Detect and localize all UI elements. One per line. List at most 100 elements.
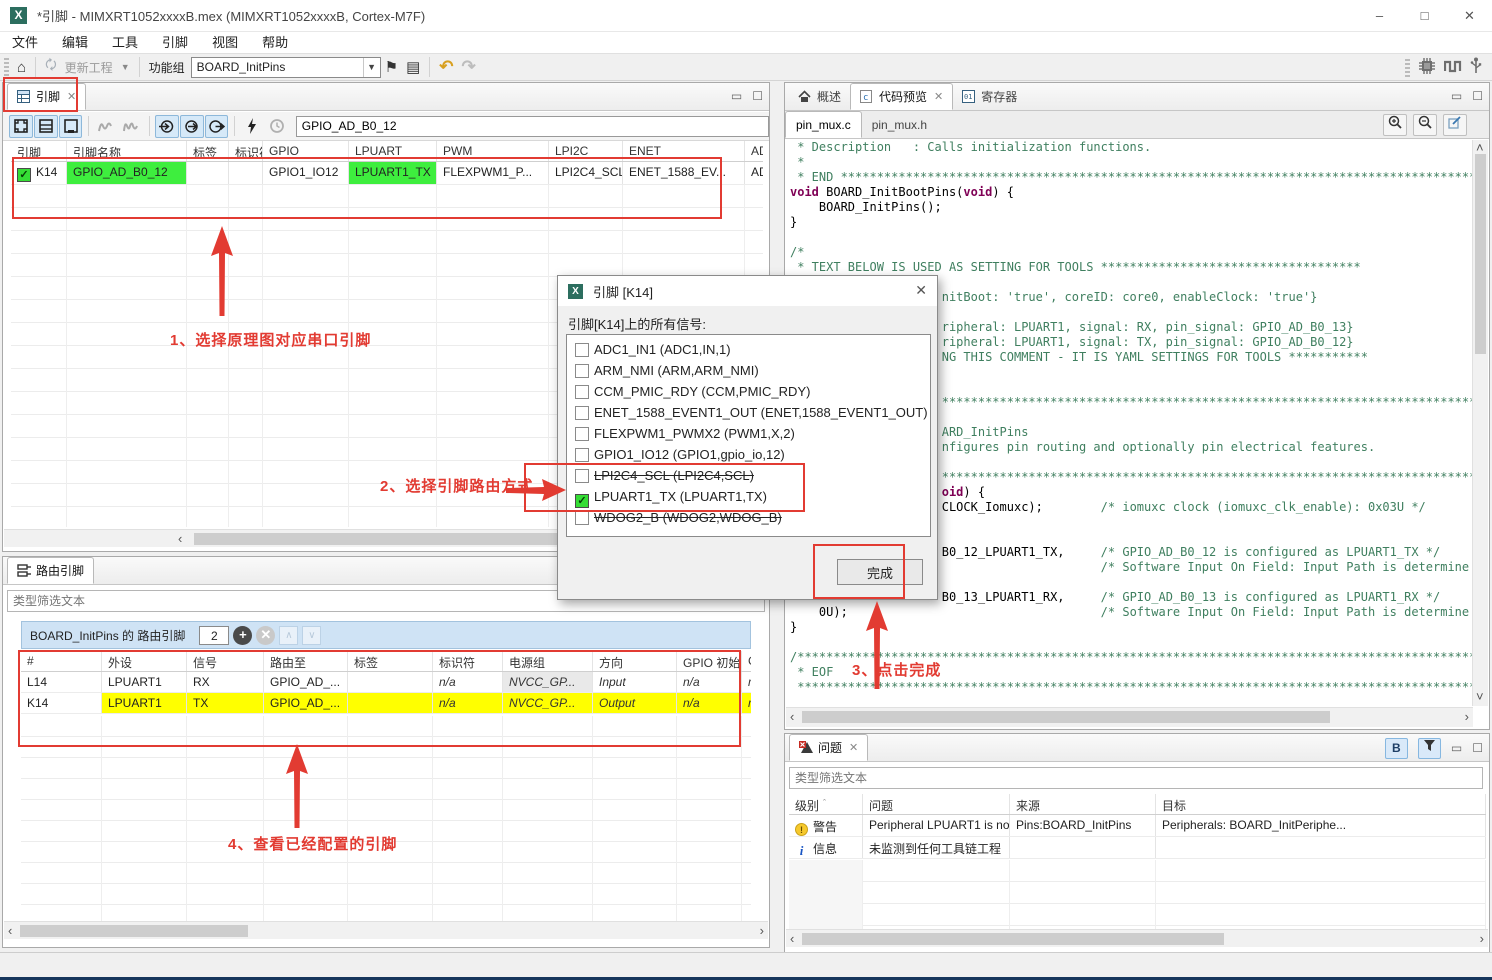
- maximize-view-icon[interactable]: ☐: [1472, 738, 1483, 759]
- update-project-button[interactable]: 更新工程: [65, 59, 113, 76]
- update-project-dropdown-icon[interactable]: ▼: [121, 62, 130, 72]
- menu-edit[interactable]: 编辑: [50, 32, 100, 54]
- tab-registers[interactable]: 01 寄存器: [953, 83, 1026, 110]
- close-icon[interactable]: ✕: [849, 741, 858, 754]
- edit-export-icon[interactable]: [1443, 114, 1467, 136]
- scroll-left-icon[interactable]: ‹: [790, 709, 794, 725]
- redo-icon[interactable]: ↷: [462, 57, 476, 77]
- annotation-box-pin-row: [12, 157, 722, 219]
- package-bottom-view-icon[interactable]: [59, 115, 83, 138]
- wave-multi-icon[interactable]: [119, 115, 143, 138]
- wave-single-icon[interactable]: [94, 115, 118, 138]
- minimize-view-icon[interactable]: ▭: [731, 89, 742, 103]
- column-header[interactable]: 问题: [863, 794, 1010, 814]
- scrollbar-thumb[interactable]: [20, 925, 248, 937]
- column-header[interactable]: 目标: [1156, 794, 1486, 814]
- usb-icon[interactable]: [1470, 57, 1482, 79]
- remove-pin-button[interactable]: ✕: [256, 626, 275, 645]
- close-icon[interactable]: ✕: [915, 282, 927, 299]
- trace-icon[interactable]: [1444, 59, 1462, 77]
- tab-problems[interactable]: 问题 ✕: [789, 734, 868, 761]
- maximize-view-icon[interactable]: ☐: [1472, 89, 1483, 103]
- menu-view[interactable]: 视图: [200, 32, 250, 54]
- menu-tools[interactable]: 工具: [100, 32, 150, 54]
- package-top-view-icon[interactable]: [34, 115, 58, 138]
- problems-filter-input[interactable]: [789, 767, 1483, 789]
- scrollbar-thumb[interactable]: [802, 711, 1330, 723]
- signal-checkbox[interactable]: [575, 406, 589, 420]
- signal-checkbox[interactable]: [575, 343, 589, 357]
- zoom-in-icon[interactable]: [1383, 114, 1407, 136]
- notes-icon[interactable]: ▤: [406, 58, 420, 76]
- clock-icon[interactable]: [265, 115, 289, 138]
- dialog-signal-item[interactable]: FLEXPWM1_PWMX2 (PWM1,X,2): [567, 423, 930, 444]
- dialog-signal-item[interactable]: ARM_NMI (ARM,ARM_NMI): [567, 360, 930, 381]
- column-header[interactable]: 来源: [1010, 794, 1156, 814]
- zoom-out-icon[interactable]: [1413, 114, 1437, 136]
- scroll-right-icon[interactable]: ›: [760, 923, 764, 939]
- tab-code-preview[interactable]: c 代码预览 ✕: [850, 83, 953, 110]
- scrollbar-thumb[interactable]: [1475, 154, 1486, 354]
- toolbar-grip: [1405, 59, 1410, 77]
- update-project-icon: 🗘: [45, 56, 57, 78]
- signal-checkbox[interactable]: [575, 427, 589, 441]
- dialog-signal-item[interactable]: ENET_1588_EVENT1_OUT (ENET,1588_EVENT1_O…: [567, 402, 930, 423]
- package-view-icon[interactable]: [9, 115, 33, 138]
- signal-checkbox[interactable]: [575, 364, 589, 378]
- minimize-view-icon[interactable]: ▭: [1451, 89, 1462, 103]
- add-pin-button[interactable]: +: [233, 626, 252, 645]
- table-row[interactable]: !警告Peripheral LPUART1 is not initia...Pi…: [789, 815, 1486, 837]
- scroll-left-icon[interactable]: ‹: [790, 931, 794, 947]
- signal-checkbox[interactable]: [575, 448, 589, 462]
- mcu-chip-icon[interactable]: [1418, 57, 1436, 79]
- routed-hscrollbar[interactable]: ‹ ›: [4, 921, 768, 939]
- maximize-view-icon[interactable]: ☐: [752, 89, 763, 103]
- problems-hscrollbar[interactable]: ‹ ›: [786, 929, 1488, 947]
- move-up-button[interactable]: ∧: [279, 626, 298, 645]
- column-header[interactable]: ADC: [745, 141, 763, 161]
- close-button[interactable]: ✕: [1447, 0, 1492, 32]
- scroll-down-icon[interactable]: ˅: [1476, 689, 1484, 705]
- dialog-signal-item[interactable]: CCM_PMIC_RDY (CCM,PMIC_RDY): [567, 381, 930, 402]
- chevron-down-icon[interactable]: ▼: [363, 58, 380, 77]
- dialog-signal-item[interactable]: ADC1_IN1 (ADC1,IN,1): [567, 339, 930, 360]
- menu-pins[interactable]: 引脚: [150, 32, 200, 54]
- undo-icon[interactable]: ↶: [439, 57, 453, 77]
- code-hscrollbar[interactable]: ‹ ›: [786, 707, 1473, 727]
- code-line: /*: [786, 245, 1474, 260]
- show-backlog-button[interactable]: B: [1385, 738, 1408, 759]
- filter-funnel-icon[interactable]: [1418, 738, 1441, 759]
- tab-routed-pins[interactable]: 路由引脚: [7, 557, 94, 584]
- home-icon[interactable]: ⌂: [17, 59, 26, 76]
- functional-group-combo[interactable]: BOARD_InitPins ▼: [191, 57, 381, 78]
- maximize-button[interactable]: □: [1402, 0, 1447, 32]
- minimize-view-icon[interactable]: ▭: [1451, 738, 1462, 759]
- scrollbar-thumb[interactable]: [802, 933, 1224, 945]
- column-header[interactable]: GPIO: [742, 651, 751, 671]
- table-row[interactable]: i信息未监测到任何工具链工程: [789, 837, 1486, 859]
- signal-checkbox[interactable]: [575, 385, 589, 399]
- flag-icon[interactable]: ⚑: [385, 58, 398, 76]
- menu-file[interactable]: 文件: [0, 32, 50, 54]
- menu-help[interactable]: 帮助: [250, 32, 300, 54]
- route-through-icon[interactable]: [180, 115, 204, 138]
- move-down-button[interactable]: ∨: [302, 626, 321, 645]
- lightning-icon[interactable]: [240, 115, 264, 138]
- minimize-button[interactable]: –: [1357, 0, 1402, 32]
- pin-search-input[interactable]: [296, 116, 769, 137]
- route-in-icon[interactable]: [155, 115, 179, 138]
- column-header[interactable]: 级别ˆ: [789, 794, 863, 814]
- route-out-icon[interactable]: [205, 115, 229, 138]
- scroll-right-icon[interactable]: ›: [1480, 931, 1484, 947]
- close-icon[interactable]: ✕: [934, 90, 943, 103]
- code-vscrollbar[interactable]: ˄ ˅: [1472, 140, 1488, 706]
- dialog-signal-item[interactable]: GPIO1_IO12 (GPIO1,gpio_io,12): [567, 444, 930, 465]
- scroll-right-icon[interactable]: ›: [1465, 709, 1469, 725]
- scroll-left-icon[interactable]: ‹: [178, 531, 182, 547]
- signal-checkbox[interactable]: [575, 511, 589, 525]
- scroll-left-icon[interactable]: ‹: [8, 923, 12, 939]
- tab-pin-mux-h[interactable]: pin_mux.h: [862, 111, 937, 138]
- tab-overview[interactable]: 概述: [789, 83, 850, 110]
- code-toolbar: [1383, 114, 1467, 136]
- tab-pin-mux-c[interactable]: pin_mux.c: [785, 111, 862, 138]
